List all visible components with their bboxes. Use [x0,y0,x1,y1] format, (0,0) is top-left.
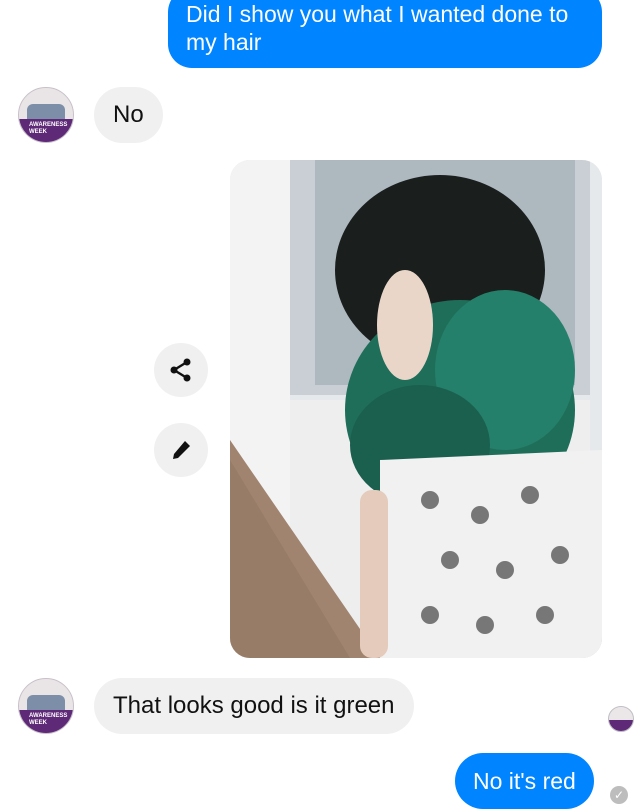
message-text: No it's red [473,768,576,794]
message-text: No [113,101,144,128]
contact-avatar[interactable]: AWARENESS WEEK [18,678,74,734]
seen-avatar [608,706,634,732]
message-bubble-outgoing[interactable]: Did I show you what I wanted done to my … [168,0,602,68]
message-text: Did I show you what I wanted done to my … [186,1,569,55]
hair-photo [230,160,602,658]
message-bubble-incoming[interactable]: That looks good is it green [94,678,414,734]
pencil-icon [173,441,190,459]
message-text: That looks good is it green [113,692,395,719]
delivered-check-icon: ✓ [610,786,628,804]
shared-photo[interactable] [230,160,602,658]
avatar-banner: AWARENESS WEEK [19,119,73,142]
contact-avatar[interactable]: AWARENESS WEEK [18,87,74,143]
seen-avatar-band [609,720,633,731]
edit-button[interactable] [154,423,208,477]
share-button[interactable] [154,343,208,397]
avatar-banner: AWARENESS WEEK [19,710,73,733]
seen-avatar-top [609,707,633,721]
message-bubble-incoming[interactable]: No [94,87,163,143]
share-icon [170,358,191,382]
message-bubble-outgoing[interactable]: No it's red [455,753,594,809]
